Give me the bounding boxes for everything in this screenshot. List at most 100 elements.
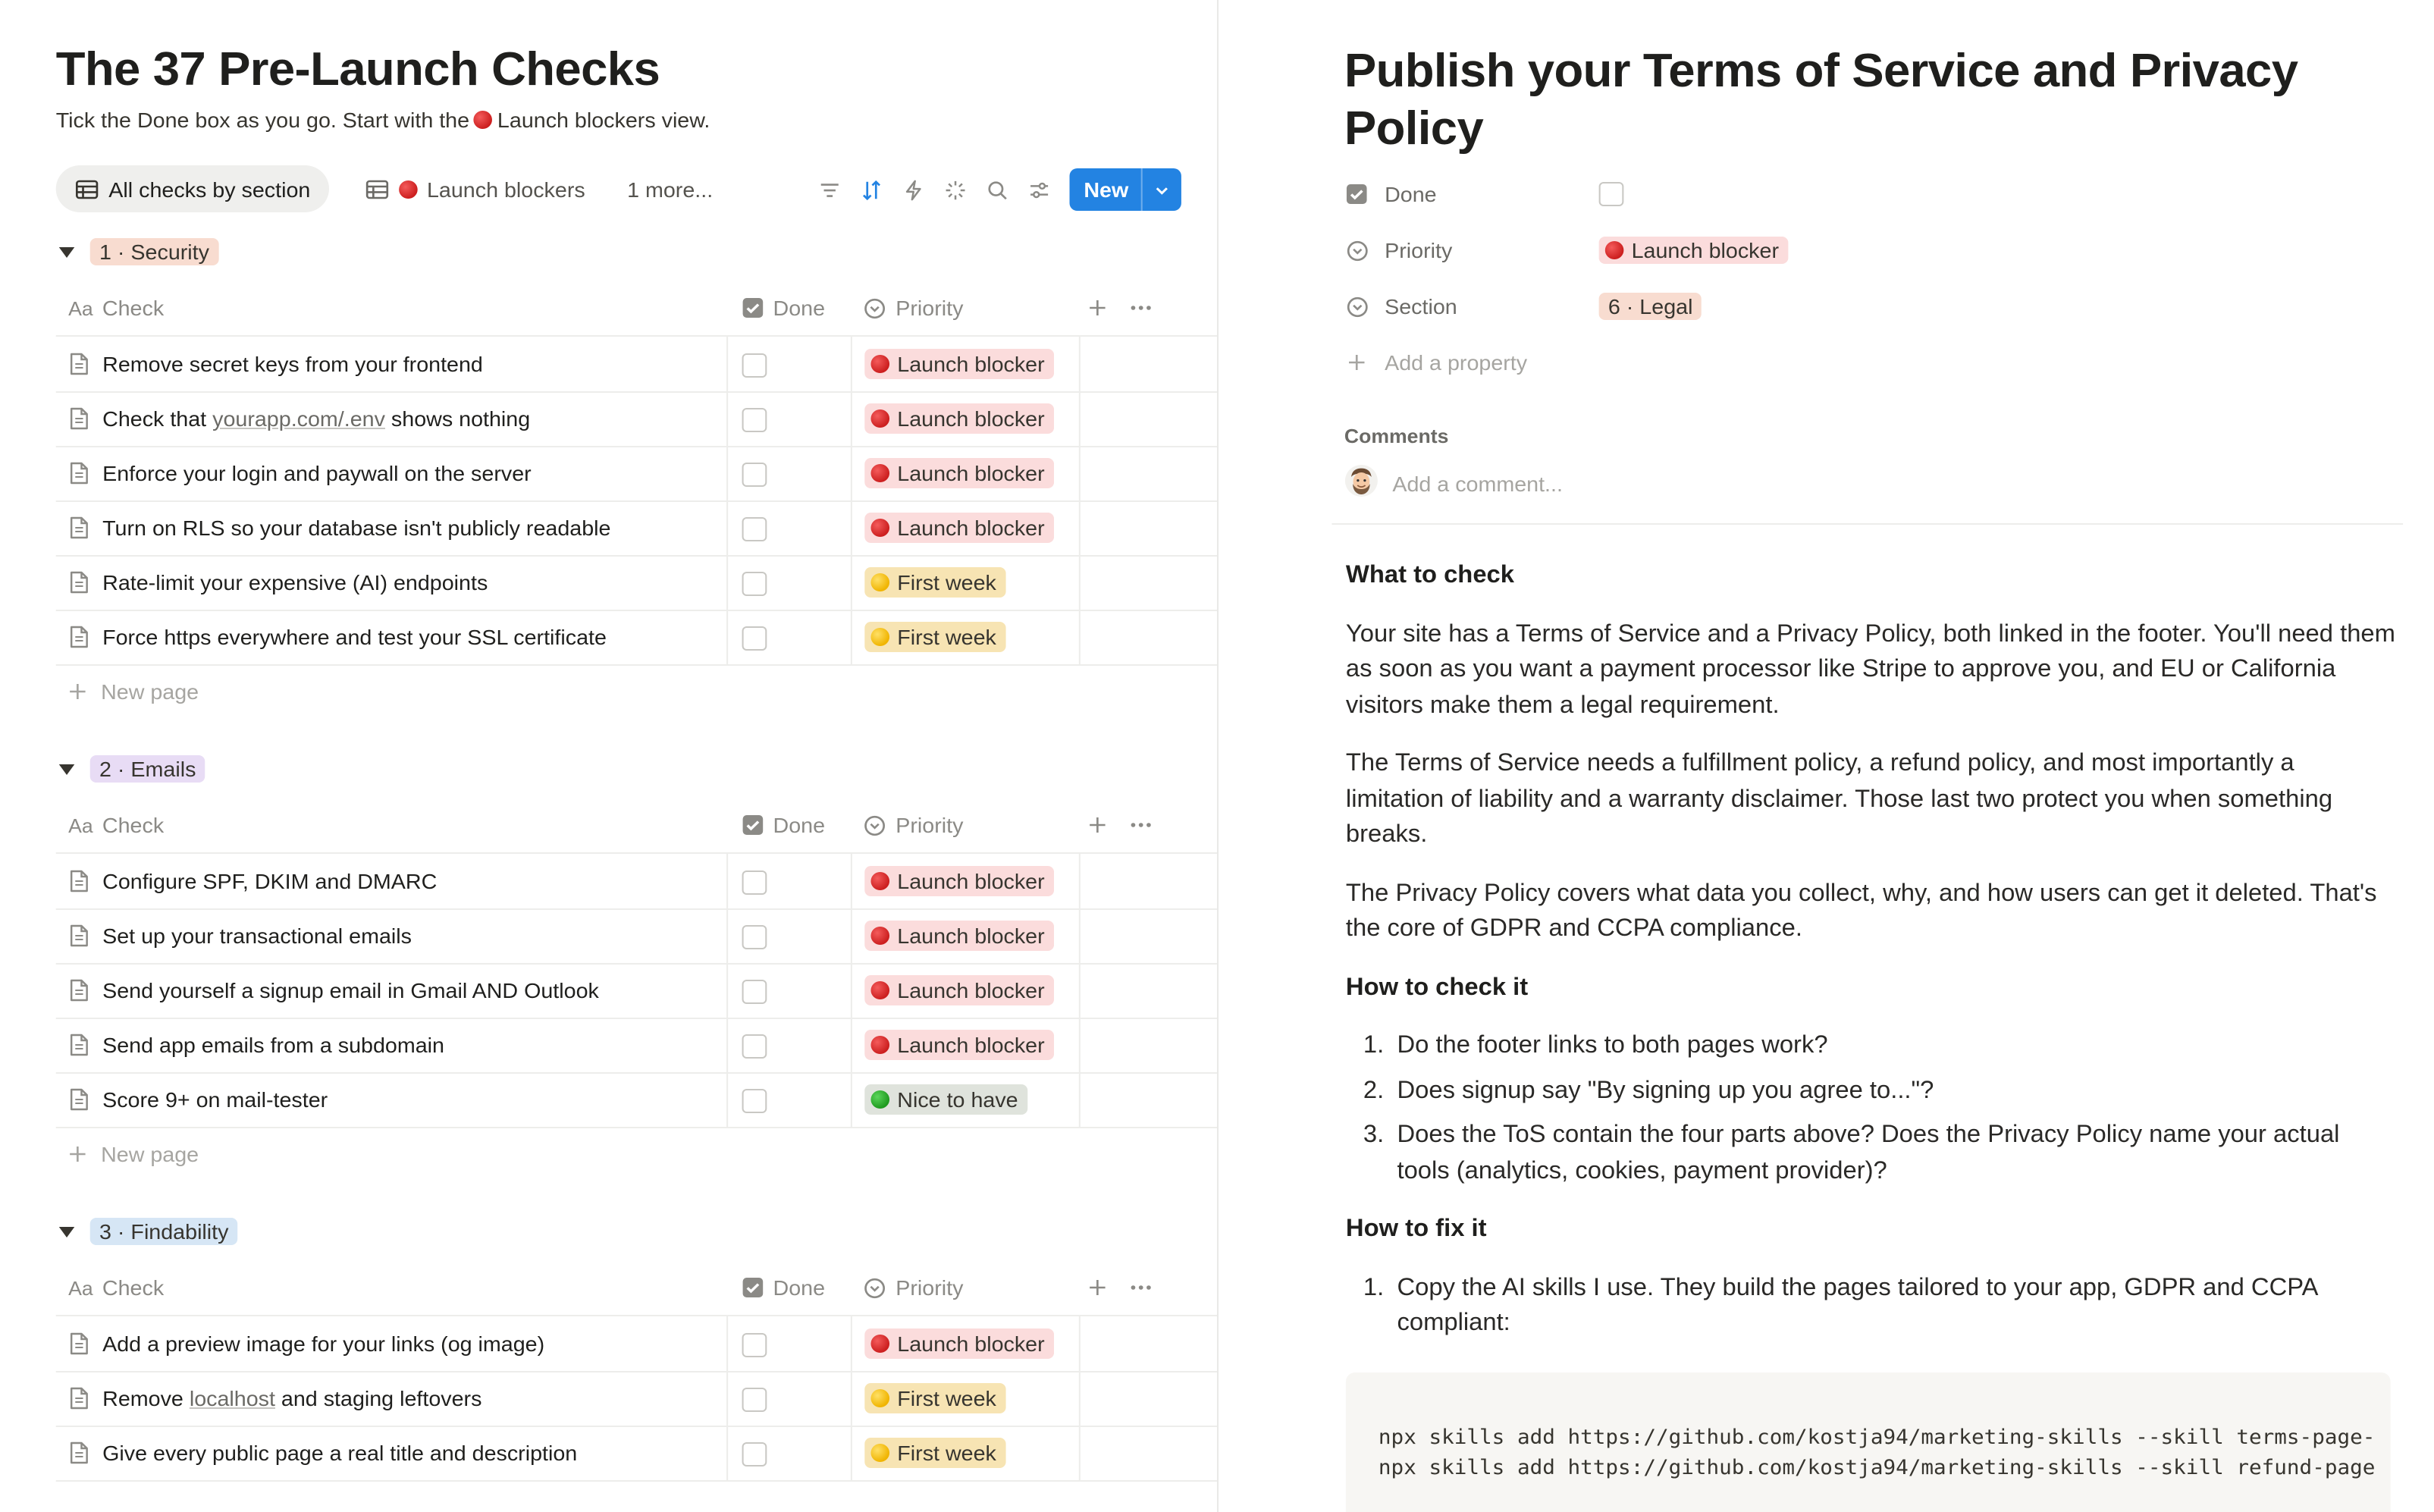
check-cell[interactable]: Score 9+ on mail-tester (68, 1072, 328, 1127)
done-checkbox[interactable] (742, 463, 767, 487)
check-cell[interactable]: Rate-limit your expensive (AI) endpoints (68, 555, 488, 610)
check-cell[interactable]: Force https everywhere and test your SSL… (68, 610, 607, 664)
inline-link[interactable]: localhost (190, 1386, 275, 1410)
done-checkbox[interactable] (1598, 182, 1624, 206)
done-checkbox[interactable] (742, 408, 767, 432)
done-checkbox[interactable] (742, 1333, 767, 1357)
new-page-button[interactable]: New page (68, 679, 199, 704)
tab-all-checks-by-section[interactable]: All checks by section (55, 165, 329, 212)
priority-cell[interactable]: First week (850, 610, 1081, 664)
column-check[interactable]: Aa Check (68, 1260, 164, 1315)
priority-cell[interactable]: Launch blocker (850, 1018, 1081, 1072)
priority-cell[interactable]: Nice to have (850, 1072, 1081, 1127)
table-row[interactable]: Send yourself a signup email in Gmail AN… (55, 963, 1218, 1019)
priority-value[interactable]: Launch blocker (1598, 237, 1789, 264)
done-checkbox[interactable] (742, 1089, 767, 1113)
table-row[interactable]: Force https everywhere and test your SSL… (55, 610, 1218, 666)
table-row[interactable]: Give every public page a real title and … (55, 1426, 1218, 1482)
check-cell[interactable]: Configure SPF, DKIM and DMARC (68, 854, 437, 908)
table-row[interactable]: Check that yourapp.com/.env shows nothin… (55, 391, 1218, 447)
table-row[interactable]: Turn on RLS so your database isn't publi… (55, 500, 1218, 557)
sparkle-icon[interactable] (935, 169, 977, 210)
table-row[interactable]: Enforce your login and paywall on the se… (55, 446, 1218, 502)
column-priority[interactable]: Priority (863, 798, 963, 852)
group-header[interactable]: 3 · Findability (58, 1215, 238, 1248)
check-cell[interactable]: Set up your transactional emails (68, 908, 412, 963)
plus-icon[interactable] (1088, 798, 1107, 852)
priority-cell[interactable]: Launch blocker (850, 391, 1081, 446)
done-checkbox[interactable] (742, 517, 767, 541)
priority-cell[interactable]: Launch blocker (850, 854, 1081, 908)
peek-page-title[interactable]: Publish your Terms of Service and Privac… (1344, 42, 2369, 158)
settings-sliders-icon[interactable] (1018, 169, 1060, 210)
toggle-triangle-icon[interactable] (58, 246, 75, 257)
property-section[interactable]: Section 6 · Legal (1344, 288, 2276, 325)
check-cell[interactable]: Send app emails from a subdomain (68, 1018, 444, 1072)
group-header[interactable]: 1 · Security (58, 235, 219, 268)
priority-cell[interactable]: Launch blocker (850, 963, 1081, 1018)
check-cell[interactable]: Give every public page a real title and … (68, 1426, 577, 1480)
done-checkbox[interactable] (742, 626, 767, 651)
group-header[interactable]: 2 · Emails (58, 752, 205, 786)
column-check[interactable]: Aa Check (68, 281, 164, 335)
check-cell[interactable]: Check that yourapp.com/.env shows nothin… (68, 391, 530, 446)
search-icon[interactable] (977, 169, 1018, 210)
priority-cell[interactable]: First week (850, 555, 1081, 610)
check-cell[interactable]: Turn on RLS so your database isn't publi… (68, 500, 611, 555)
check-cell[interactable]: Remove localhost and staging leftovers (68, 1371, 481, 1426)
done-checkbox[interactable] (742, 572, 767, 596)
comment-input[interactable]: Add a comment... (1344, 464, 1563, 502)
inline-link[interactable]: yourapp.com/.env (212, 406, 385, 431)
tab-launch-blockers[interactable]: Launch blockers (347, 165, 604, 212)
priority-cell[interactable]: First week (850, 1371, 1081, 1426)
code-block[interactable]: npx skills add https://github.com/kostja… (1345, 1372, 2391, 1512)
priority-cell[interactable]: Launch blocker (850, 337, 1081, 391)
column-priority[interactable]: Priority (863, 281, 963, 335)
table-row[interactable]: Score 9+ on mail-tester Nice to have (55, 1072, 1218, 1128)
table-row[interactable]: Add a preview image for your links (og i… (55, 1316, 1218, 1372)
table-row[interactable]: Rate-limit your expensive (AI) endpoints… (55, 555, 1218, 611)
toggle-triangle-icon[interactable] (58, 764, 75, 774)
priority-cell[interactable]: First week (850, 1426, 1081, 1480)
more-views-button[interactable]: 1 more... (609, 165, 732, 212)
done-checkbox[interactable] (742, 1442, 767, 1467)
check-cell[interactable]: Add a preview image for your links (og i… (68, 1316, 544, 1371)
done-checkbox[interactable] (742, 1034, 767, 1059)
toggle-triangle-icon[interactable] (58, 1226, 75, 1237)
plus-icon[interactable] (1088, 1260, 1107, 1315)
column-done[interactable]: Done (742, 798, 825, 852)
property-priority[interactable]: Priority Launch blocker (1344, 232, 2276, 268)
table-row[interactable]: Remove localhost and staging leftovers Fi… (55, 1371, 1218, 1427)
check-cell[interactable]: Remove secret keys from your frontend (68, 337, 483, 391)
column-done[interactable]: Done (742, 1260, 825, 1315)
sort-icon[interactable] (851, 169, 892, 210)
table-row[interactable]: Send app emails from a subdomain Launch b… (55, 1018, 1218, 1074)
more-icon[interactable] (1130, 798, 1152, 852)
priority-cell[interactable]: Launch blocker (850, 908, 1081, 963)
page-body[interactable]: What to check Your site has a Terms of S… (1346, 558, 2398, 1364)
column-priority[interactable]: Priority (863, 1260, 963, 1315)
chevron-down-icon[interactable] (1140, 168, 1181, 211)
done-checkbox[interactable] (742, 1388, 767, 1412)
lightning-icon[interactable] (893, 169, 935, 210)
filter-icon[interactable] (809, 169, 851, 210)
done-checkbox[interactable] (742, 353, 767, 378)
check-cell[interactable]: Enforce your login and paywall on the se… (68, 446, 532, 500)
column-done[interactable]: Done (742, 281, 825, 335)
done-checkbox[interactable] (742, 925, 767, 949)
add-property-button[interactable]: Add a property (1344, 344, 2276, 381)
table-row[interactable]: Remove secret keys from your frontend Lau… (55, 337, 1218, 393)
plus-icon[interactable] (1088, 281, 1107, 335)
table-row[interactable]: Set up your transactional emails Launch b… (55, 908, 1218, 965)
new-page-button[interactable]: New page (68, 1142, 199, 1166)
check-cell[interactable]: Send yourself a signup email in Gmail AN… (68, 963, 599, 1018)
more-icon[interactable] (1130, 1260, 1152, 1315)
done-checkbox[interactable] (742, 980, 767, 1004)
property-done[interactable]: Done (1344, 176, 2276, 212)
section-value[interactable]: 6 · Legal (1598, 293, 1702, 320)
priority-cell[interactable]: Launch blocker (850, 446, 1081, 500)
priority-cell[interactable]: Launch blocker (850, 500, 1081, 555)
new-button[interactable]: New (1069, 168, 1181, 211)
table-row[interactable]: Configure SPF, DKIM and DMARC Launch bloc… (55, 854, 1218, 910)
column-check[interactable]: Aa Check (68, 798, 164, 852)
